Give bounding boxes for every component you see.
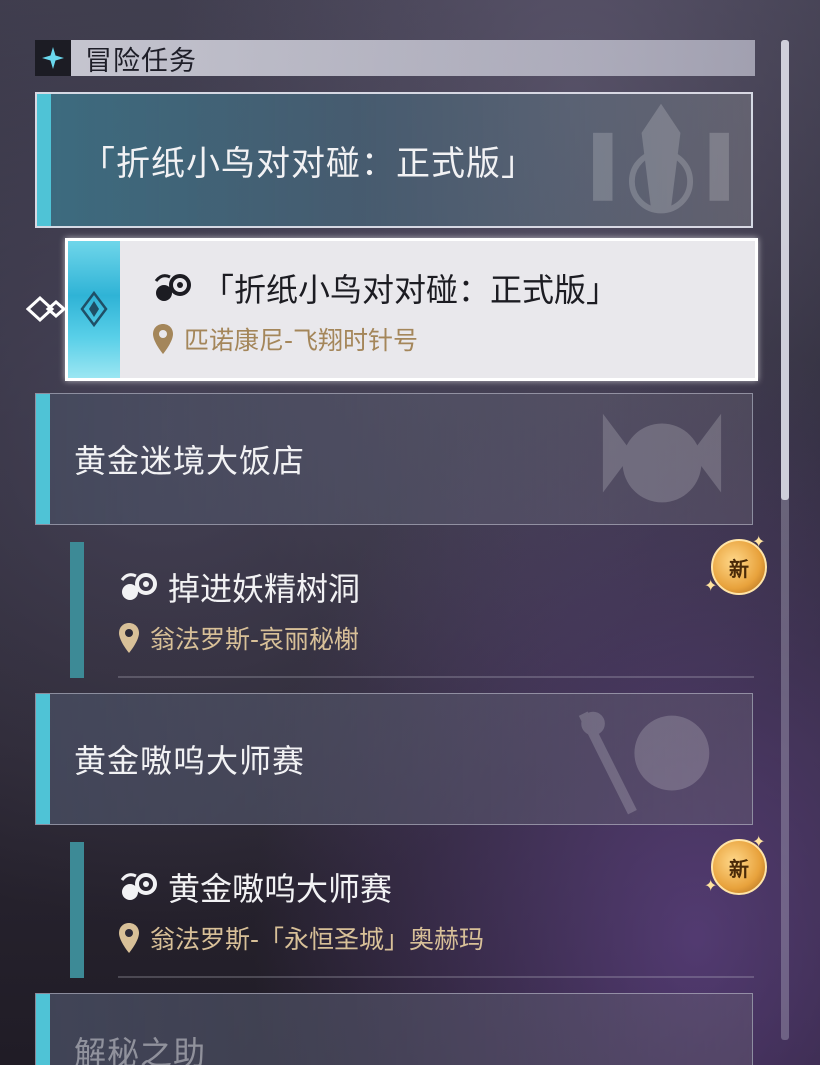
quest-location-text: 翁法罗斯-「永恒圣城」奥赫玛 xyxy=(150,925,485,954)
quest-name-text: 掉进妖精树洞 xyxy=(168,570,361,608)
category-accent-bar xyxy=(37,94,51,226)
adventure-quest-icon xyxy=(154,274,191,301)
quest-name-text: 黄金嗷呜大师赛 xyxy=(168,870,393,908)
sparkle-icon: ✦ xyxy=(752,832,766,851)
category-golden-hotel[interactable]: 黄金迷境大饭店 xyxy=(35,393,753,525)
quest-location: 翁法罗斯-哀丽秘榭 xyxy=(118,620,359,656)
quest-location: 翁法罗斯-「永恒圣城」奥赫玛 xyxy=(118,920,484,956)
quest-accent-bar xyxy=(70,542,84,678)
quest-name: 黄金嗷呜大师赛 xyxy=(118,864,392,910)
category-accent-bar xyxy=(36,394,50,524)
sparkle-icon: ✦ xyxy=(752,532,766,551)
quest-name: 「折纸小鸟对对碰：正式版」 xyxy=(152,265,618,311)
quest-name: 掉进妖精树洞 xyxy=(118,564,360,610)
location-pin-icon xyxy=(119,623,139,653)
category-label: 「折纸小鸟对对碰：正式版」 xyxy=(81,143,536,184)
location-pin-icon xyxy=(119,923,139,953)
emblem-icon xyxy=(602,413,722,503)
category-label: 黄金迷境大饭店 xyxy=(74,442,306,480)
sparkle-icon: ✦ xyxy=(704,576,718,595)
scrollbar-thumb[interactable] xyxy=(781,40,789,500)
divider xyxy=(118,676,754,678)
category-puzzle-helper[interactable]: 解秘之助 xyxy=(35,993,753,1065)
sparkle-icon: ✦ xyxy=(704,876,718,895)
emblem-icon xyxy=(578,711,710,815)
category-accent-bar xyxy=(36,694,50,824)
quest-crystal-marker xyxy=(68,241,120,378)
emblem-icon xyxy=(593,103,729,214)
category-origami-bird[interactable]: 「折纸小鸟对对碰：正式版」 xyxy=(35,92,753,228)
adventure-quest-icon xyxy=(120,573,157,600)
category-label: 解秘之助 xyxy=(74,1034,207,1065)
quest-item-fairy-tree-hole[interactable]: 掉进妖精树洞 翁法罗斯-哀丽秘榭 xyxy=(70,542,754,678)
adventure-quest-icon xyxy=(120,873,157,900)
category-label: 黄金嗷呜大师赛 xyxy=(74,742,306,780)
location-pin-icon xyxy=(153,324,173,354)
quest-accent-bar xyxy=(70,842,84,978)
section-title: 冒险任务 xyxy=(85,45,197,77)
category-accent-bar xyxy=(36,994,50,1065)
quest-item-origami-bird[interactable]: 「折纸小鸟对对碰：正式版」 匹诺康尼-飞翔时针号 xyxy=(65,238,758,381)
selection-pointer-icon xyxy=(26,295,66,323)
section-header: 冒险任务 xyxy=(35,40,755,77)
sparkle-star-icon xyxy=(35,40,71,76)
divider xyxy=(118,976,754,978)
quest-location-text: 匹诺康尼-飞翔时针号 xyxy=(184,326,419,355)
quest-name-text: 「折纸小鸟对对碰：正式版」 xyxy=(202,271,619,309)
quest-location-text: 翁法罗斯-哀丽秘榭 xyxy=(150,625,360,654)
quest-location: 匹诺康尼-飞翔时针号 xyxy=(152,321,418,357)
quest-item-golden-awoo-masters[interactable]: 黄金嗷呜大师赛 翁法罗斯-「永恒圣城」奥赫玛 xyxy=(70,842,754,978)
category-golden-awoo-masters[interactable]: 黄金嗷呜大师赛 xyxy=(35,693,753,825)
